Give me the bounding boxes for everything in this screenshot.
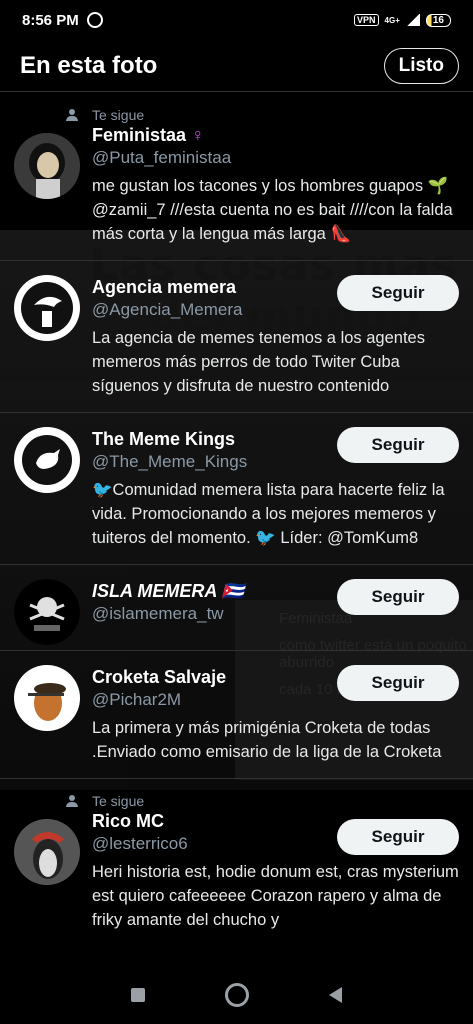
battery-icon: 16 <box>425 13 451 27</box>
home-icon[interactable] <box>225 983 249 1007</box>
user-bio: La agencia de memes tenemos a los agente… <box>92 329 425 395</box>
network-indicator: 4G+ <box>384 15 400 25</box>
follows-you-context: Te sigue <box>66 779 461 809</box>
avatar[interactable] <box>14 133 80 199</box>
follow-button[interactable]: Seguir <box>337 427 459 463</box>
follow-button[interactable]: Seguir <box>337 819 459 855</box>
follow-button[interactable]: Seguir <box>337 275 459 311</box>
status-bar: 8:56 PM VPN 4G+ 16 <box>0 0 473 40</box>
recents-icon[interactable] <box>131 988 145 1002</box>
status-time: 8:56 PM <box>22 11 79 29</box>
follow-button[interactable]: Seguir <box>337 579 459 615</box>
user-card[interactable]: Te sigue Feministaa ♀ @Puta_feministaa m… <box>0 93 473 261</box>
avatar[interactable] <box>14 427 80 493</box>
follows-you-label: Te sigue <box>92 107 145 123</box>
user-card[interactable]: Te sigue Seguir Rico MC @lesterrico6 Her… <box>0 779 473 946</box>
back-icon[interactable] <box>329 987 342 1003</box>
user-name-text: Feministaa <box>92 125 187 145</box>
user-card[interactable]: Seguir The Meme Kings @The_Meme_Kings 🐦C… <box>0 413 473 565</box>
avatar[interactable] <box>14 275 80 341</box>
female-sign-icon: ♀ <box>191 125 205 145</box>
user-card[interactable]: Seguir Agencia memera @Agencia_Memera La… <box>0 261 473 413</box>
user-name[interactable]: Feministaa ♀ <box>92 125 461 146</box>
user-card[interactable]: Seguir ISLA MEMERA 🇨🇺 @islamemera_tw <box>0 565 473 651</box>
follows-you-context: Te sigue <box>66 93 461 123</box>
user-bio: La primera y más primigénia Croketa de t… <box>92 719 442 761</box>
page-title: En esta foto <box>20 51 158 79</box>
user-list: Te sigue Feministaa ♀ @Puta_feministaa m… <box>0 93 473 946</box>
header: En esta foto Listo <box>0 40 473 92</box>
user-name-text: ISLA MEMERA <box>92 581 217 601</box>
user-card[interactable]: Seguir Croketa Salvaje @Pichar2M La prim… <box>0 651 473 779</box>
follow-button[interactable]: Seguir <box>337 665 459 701</box>
signal-icon <box>405 14 420 26</box>
system-nav-bar <box>0 966 473 1024</box>
avatar[interactable] <box>14 819 80 885</box>
done-button[interactable]: Listo <box>383 47 459 84</box>
avatar[interactable] <box>14 665 80 731</box>
person-icon <box>66 109 78 121</box>
user-bio: me gustan los tacones y los hombres guap… <box>92 177 453 243</box>
person-icon <box>66 795 78 807</box>
vpn-badge: VPN <box>354 14 379 26</box>
user-bio: 🐦Comunidad memera lista para hacerte fel… <box>92 481 445 547</box>
follows-you-label: Te sigue <box>92 793 145 809</box>
cuba-flag-icon: 🇨🇺 <box>221 581 245 601</box>
avatar[interactable] <box>14 579 80 645</box>
alarm-icon <box>86 12 103 28</box>
user-handle: @Puta_feministaa <box>92 148 232 167</box>
user-bio: Heri historia est, hodie donum est, cras… <box>92 863 459 929</box>
